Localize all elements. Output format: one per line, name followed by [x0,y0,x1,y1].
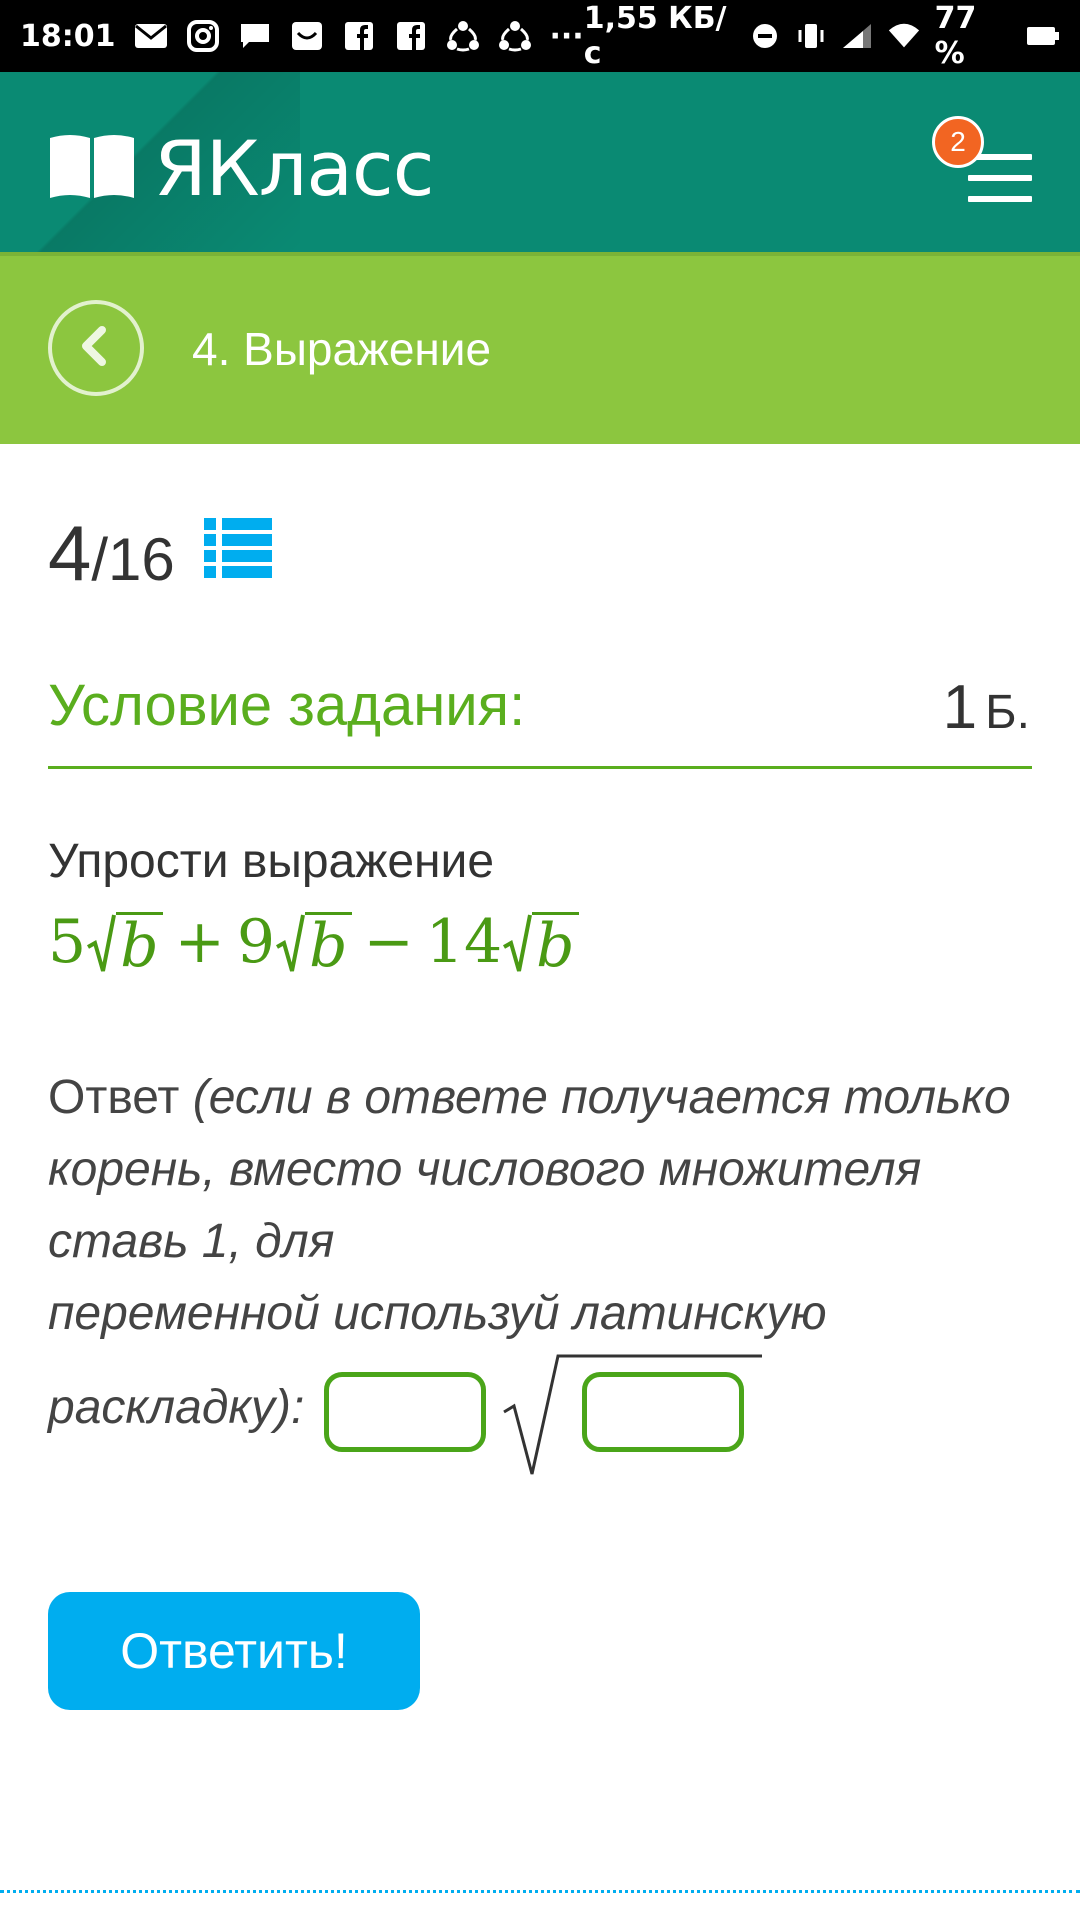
answer-hint-continued: переменной используй латинскую [48,1287,827,1340]
square-root: b [502,907,579,977]
points-unit: Б. [985,686,1030,739]
vibrate-icon [795,21,827,51]
book-icon [48,132,136,205]
status-bar: 18:01 ··· 1,55 КБ/с 77 % [0,0,1080,72]
battery-percent: 77 % [934,1,977,71]
status-time: 18:01 [20,18,116,54]
radicand: b [116,912,163,977]
share-icon [498,21,532,52]
battery-icon [1026,21,1060,51]
network-speed: 1,55 КБ/с [583,1,727,71]
back-button[interactable] [48,300,144,396]
radicand: b [305,912,352,977]
points-value: 1 [942,673,978,742]
lesson-title: 4. Выражение [192,323,492,375]
app-header: ЯКласс 2 [0,72,1080,252]
answer-label: Ответ [48,1071,193,1124]
task-current: 4 [48,509,92,597]
coefficient-input[interactable] [324,1372,486,1452]
dotted-divider [0,1890,1080,1893]
coefficient: 5 [48,907,87,977]
operator: + [174,907,225,977]
radicand-input[interactable] [582,1372,744,1452]
square-root: b [86,907,163,977]
do-not-disturb-icon [749,21,781,51]
answer-hint-end: раскладку): [48,1381,305,1434]
share-icon [446,21,480,52]
math-expression: 5 b + 9 b − 14 b [48,902,579,982]
coefficient: 14 [425,907,503,977]
inbox-icon [290,21,324,51]
submit-answer-button[interactable]: Ответить! [48,1592,420,1710]
chat-icon [238,21,272,51]
section-divider [48,766,1032,769]
answer-hint: (если в ответе получается только корень,… [48,1071,1011,1268]
wifi-icon [887,21,921,51]
square-root: b [275,907,352,977]
radicand: b [532,912,579,977]
yaklass-logo[interactable]: ЯКласс [48,124,434,213]
facebook-icon [342,21,376,51]
task-prompt: Упрости выражение [48,835,495,888]
task-total: /16 [91,526,175,593]
notification-badge: 2 [932,116,984,168]
coefficient: 9 [236,907,276,977]
task-list-icon[interactable] [204,516,274,580]
mail-icon [134,21,168,51]
more-notifications: ··· [549,18,584,54]
cellular-signal-icon [841,21,873,51]
answer-instructions: Ответ (если в ответе получается только к… [48,1062,1032,1350]
hamburger-icon [968,154,1032,202]
chevron-left-icon [74,324,118,373]
task-counter: 4 /16 [48,508,175,599]
menu-button[interactable]: 2 [928,112,1038,212]
task-condition-heading: Условие задания: [48,673,526,738]
task-points: 1 Б. [943,672,1030,743]
logo-text: ЯКласс [154,124,434,213]
operator: − [363,907,414,977]
lesson-bar: 4. Выражение [0,252,1080,444]
instagram-icon [186,20,220,52]
facebook-icon [394,21,428,51]
